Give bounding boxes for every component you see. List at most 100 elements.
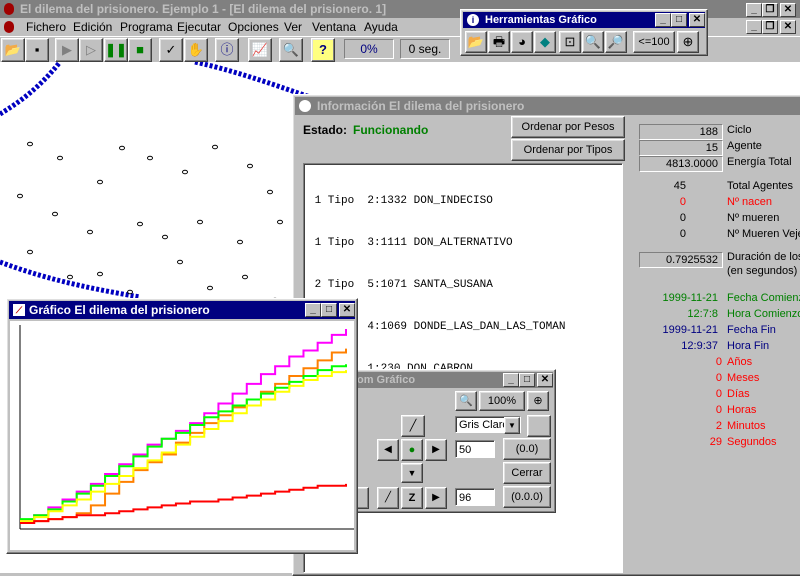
menu-ejecutar[interactable]: Ejecutar (177, 20, 221, 34)
zoom-minimize-icon[interactable]: _ (503, 373, 519, 387)
agent-dot (207, 285, 213, 291)
zoom-percent[interactable]: 100% (479, 391, 525, 411)
close-button[interactable]: Cerrar (503, 462, 551, 484)
menu-opciones[interactable]: Opciones (228, 20, 279, 34)
graph-chart-icon: ⟋ (13, 304, 25, 316)
help-icon[interactable]: ? (311, 38, 335, 62)
zoom-out-icon[interactable]: 🔍 (455, 391, 477, 411)
graph-minimize-icon[interactable]: _ (305, 303, 321, 317)
energia-value: 4813.0000 (639, 156, 723, 172)
move-down-icon[interactable]: ▼ (401, 463, 423, 483)
meses-label: Meses (727, 372, 760, 384)
hora-comienzo-value: 12:7:8 (687, 308, 718, 320)
field-2[interactable]: 96 (455, 488, 495, 506)
menu-ver[interactable]: Ver (284, 20, 302, 34)
zoom-title: om Gráfico (357, 374, 416, 386)
open-icon[interactable]: 📂 (1, 38, 25, 62)
list-item[interactable]: 2 Tipo 5:1071 SANTA_SUSANA (308, 278, 618, 292)
tool-zoom-in-icon[interactable]: 🔍 (582, 31, 604, 53)
tool-zoom-out-icon[interactable]: 🔎 (605, 31, 627, 53)
menu-ventana[interactable]: Ventana (312, 20, 356, 34)
ciclo-label: Ciclo (727, 124, 752, 136)
rotate-left-icon[interactable]: ╱ (377, 487, 399, 509)
move-right-icon[interactable]: ▶ (425, 439, 447, 461)
play-icon[interactable]: ▶ (55, 38, 79, 62)
list-item[interactable]: 1 Tipo 3:1111 DON_ALTERNATIVO (308, 236, 618, 250)
tool-palette-icon[interactable]: ◕ (511, 31, 533, 53)
zoom-in-icon[interactable]: ⊕ (527, 391, 549, 411)
zoom-maximize-icon[interactable]: □ (519, 373, 535, 387)
menu-fichero[interactable]: Fichero (26, 20, 66, 34)
line-chart (19, 325, 355, 530)
step-icon[interactable]: ▷ (79, 38, 103, 62)
agent-dot (182, 169, 188, 175)
chevron-down-icon[interactable]: ▼ (504, 417, 520, 434)
zoom-close-icon[interactable]: ✕ (537, 373, 553, 387)
save-icon[interactable]: ▪ (25, 38, 49, 62)
maximize-icon[interactable]: ❐ (762, 3, 778, 17)
info-title: Información El dilema del prisionero (317, 99, 525, 113)
check-icon[interactable]: ✓ (159, 38, 183, 62)
fecha-comienzo-label: Fecha Comienzo (727, 292, 800, 304)
tool-open-icon[interactable]: 📂 (465, 31, 487, 53)
tool-cube-icon[interactable]: ◆ (534, 31, 556, 53)
sort-by-weights-button[interactable]: Ordenar por Pesos (511, 116, 625, 138)
hand-icon[interactable]: ✋ (184, 38, 208, 62)
agent-dot (57, 155, 63, 161)
reset-2d-button[interactable]: (0.0) (503, 438, 551, 460)
graph-close-icon[interactable]: ✕ (339, 303, 355, 317)
search-icon[interactable]: 🔍 (279, 38, 303, 62)
move-left-icon[interactable]: ◀ (377, 439, 399, 461)
graph-maximize-icon[interactable]: □ (321, 303, 337, 317)
fecha-comienzo-value: 1999-11-21 (662, 292, 718, 304)
pause-icon[interactable]: ❚❚ (104, 38, 128, 62)
tool-zoom-plus-icon[interactable]: ⊕ (677, 31, 699, 53)
reset-3d-button[interactable]: (0.0.0) (503, 486, 551, 508)
info-title-bar: Información El dilema del prisionero (295, 97, 800, 115)
tool-zoom-100-button[interactable]: <=100 (633, 31, 675, 53)
globe-icon[interactable]: ● (401, 439, 423, 461)
mueren-value: 0 (679, 212, 686, 224)
app-icon (4, 3, 14, 15)
menu-ayuda[interactable]: Ayuda (364, 20, 398, 34)
sort-by-types-button[interactable]: Ordenar por Tipos (511, 139, 625, 161)
child-restore-icon[interactable]: ❐ (762, 20, 778, 34)
close-icon[interactable]: ✕ (780, 3, 796, 17)
tool-zoom-area-icon[interactable]: ⊡ (559, 31, 581, 53)
child-minimize-icon[interactable]: _ (746, 20, 762, 34)
stop-icon[interactable]: ■ (128, 38, 152, 62)
field-1[interactable]: 50 (455, 440, 495, 458)
horas-label: Horas (727, 404, 757, 416)
tools-minimize-icon[interactable]: _ (655, 13, 671, 27)
color-swatch[interactable] (527, 415, 551, 437)
agent-dot (127, 289, 133, 295)
progress-indicator: 0% (344, 39, 394, 59)
series-line-1 (20, 348, 347, 525)
tools-window: i Herramientas Gráfico _ □ ✕ 📂 🖶 ◕ ◆ ⊡ 🔍… (460, 9, 708, 56)
duracion-value: 0.7925532 (639, 252, 723, 268)
graph-window: ⟋ Gráfico El dilema del prisionero _ □ ✕ (6, 298, 358, 554)
graph-title: Gráfico El dilema del prisionero (29, 303, 210, 317)
agent-dot (162, 234, 168, 240)
minimize-icon[interactable]: _ (746, 3, 762, 17)
color-select[interactable]: Gris Claro ▼ (455, 416, 521, 434)
move-up-icon[interactable]: ╱ (401, 415, 425, 437)
chart-icon[interactable]: 📈 (248, 38, 272, 62)
meses-value: 0 (715, 372, 722, 384)
info-icon[interactable]: ⓘ (215, 38, 239, 62)
z-axis-button[interactable]: Z (401, 487, 423, 509)
agent-dot (237, 239, 243, 245)
estado-value: Funcionando (353, 123, 429, 137)
mueren-label: Nº mueren (727, 212, 780, 224)
tools-maximize-icon[interactable]: □ (671, 13, 687, 27)
menu-edicion[interactable]: Edición (73, 20, 112, 34)
hora-fin-label: Hora Fin (727, 340, 770, 352)
menu-programa[interactable]: Programa (120, 20, 173, 34)
child-close-icon[interactable]: ✕ (780, 20, 796, 34)
tool-print-icon[interactable]: 🖶 (488, 31, 510, 53)
agent-dot (212, 144, 218, 150)
tools-close-icon[interactable]: ✕ (689, 13, 705, 27)
anos-label: Años (727, 356, 753, 368)
list-item[interactable]: 1 Tipo 2:1332 DON_INDECISO (308, 194, 618, 208)
rotate-right-icon[interactable]: ▶ (425, 487, 447, 509)
